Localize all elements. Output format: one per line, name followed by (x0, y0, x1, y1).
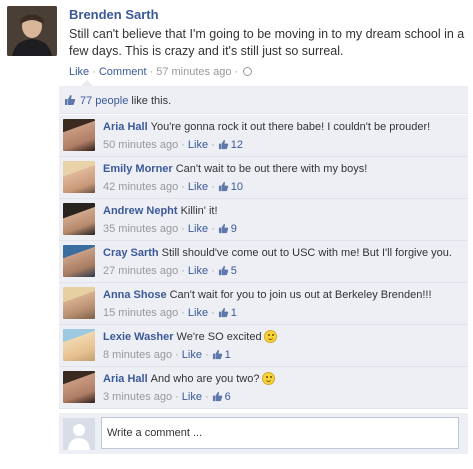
comment-body: Cray Sarth Still should've come out to US… (103, 246, 465, 279)
comment-like-count[interactable]: 12 (231, 139, 243, 151)
comment-like-count[interactable]: 5 (231, 265, 237, 277)
comment-like-link[interactable]: Like (182, 349, 202, 361)
commenter-avatar[interactable] (63, 329, 95, 361)
comment-text: You're gonna rock it out there babe! I c… (150, 121, 431, 133)
comment-text: Still should've come out to USC with me!… (161, 247, 452, 259)
smiley-emoji-icon (263, 330, 277, 343)
likes-suffix: like this. (128, 95, 172, 107)
thumbs-up-icon (218, 265, 228, 276)
commenter-name[interactable]: Anna Shose (103, 289, 167, 301)
post-comment-link[interactable]: Comment (99, 66, 147, 78)
privacy-globe-icon[interactable] (243, 67, 253, 76)
commenter-name[interactable]: Cray Sarth (103, 247, 159, 259)
comment-like-count[interactable]: 6 (225, 391, 231, 403)
thumbs-up-icon (218, 139, 228, 150)
post-author-name[interactable]: Brenden Sarth (69, 7, 159, 22)
comment-body: Andrew Nepht Killin' it! 35 minutes ago · L… (103, 204, 465, 237)
write-comment-input[interactable]: Write a comment ... (101, 417, 459, 449)
comment-like-link[interactable]: Like (188, 181, 208, 193)
commenter-avatar[interactable] (63, 119, 95, 151)
comment-time[interactable]: 15 minutes ago (103, 307, 178, 319)
comment-text: And who are you two? (150, 373, 260, 385)
commenter-avatar[interactable] (63, 371, 95, 403)
comment-body: Anna Shose Can't wait for you to join us … (103, 288, 465, 321)
current-user-avatar (63, 418, 95, 450)
comment-like-count[interactable]: 1 (231, 307, 237, 319)
comment-item: Aria Hall And who are you two? 3 minutes … (59, 367, 468, 409)
post-like-link[interactable]: Like (69, 66, 89, 78)
comment-like-count[interactable]: 9 (231, 223, 237, 235)
comment-like-link[interactable]: Like (188, 139, 208, 151)
commenter-avatar[interactable] (63, 287, 95, 319)
comment-body: Lexie Washer We're SO excited 8 minutes a… (103, 330, 465, 363)
likes-summary: 77 people like this. (59, 86, 468, 114)
comment-like-link[interactable]: Like (188, 223, 208, 235)
feedback-section: 77 people like this. Aria Hall You're gon… (59, 80, 468, 466)
commenter-name[interactable]: Aria Hall (103, 373, 148, 385)
separator: · (149, 66, 154, 78)
thumbs-up-icon (212, 349, 222, 360)
thumbs-up-icon (65, 95, 76, 105)
comment-meta: 35 minutes ago · Like · 9 (103, 223, 237, 235)
comment-like-link[interactable]: Like (188, 307, 208, 319)
post-timestamp[interactable]: 57 minutes ago (156, 66, 231, 78)
facebook-post: Brenden Sarth Still can't believe that I… (0, 0, 473, 469)
comment-time[interactable]: 27 minutes ago (103, 265, 178, 277)
comment-text: Can't wait for you to join us out at Ber… (169, 289, 432, 301)
comment-meta: 8 minutes ago · Like · 1 (103, 349, 231, 361)
commenter-avatar[interactable] (63, 203, 95, 235)
separator: · (234, 66, 239, 78)
comment-item: Cray Sarth Still should've come out to US… (59, 241, 468, 283)
thumbs-up-icon (218, 307, 228, 318)
comment-meta: 3 minutes ago · Like · 6 (103, 391, 231, 403)
separator: · (92, 66, 96, 78)
commenter-name[interactable]: Aria Hall (103, 121, 148, 133)
commenter-name[interactable]: Andrew Nepht (103, 205, 178, 217)
comment-text: Can't wait to be out there with my boys! (175, 163, 368, 175)
comment-composer: Write a comment ... (59, 413, 468, 454)
comment-time[interactable]: 42 minutes ago (103, 181, 178, 193)
comment-body: Emily Morner Can't wait to be out there w… (103, 162, 465, 195)
comment-item: Lexie Washer We're SO excited 8 minutes a… (59, 325, 468, 367)
commenter-avatar[interactable] (63, 161, 95, 193)
comment-item: Emily Morner Can't wait to be out there w… (59, 157, 468, 199)
comment-time[interactable]: 3 minutes ago (103, 391, 172, 403)
comment-like-link[interactable]: Like (188, 265, 208, 277)
comment-item: Anna Shose Can't wait for you to join us … (59, 283, 468, 325)
comment-time[interactable]: 35 minutes ago (103, 223, 178, 235)
comment-time[interactable]: 8 minutes ago (103, 349, 172, 361)
likes-count-link[interactable]: 77 people (80, 95, 128, 107)
comment-time[interactable]: 50 minutes ago (103, 139, 178, 151)
comment-item: Aria Hall You're gonna rock it out there … (59, 115, 468, 157)
post-message: Still can't believe that I'm going to be… (69, 27, 465, 58)
comment-like-link[interactable]: Like (182, 391, 202, 403)
comment-body: Aria Hall And who are you two? 3 minutes … (103, 372, 465, 405)
comment-text: We're SO excited (176, 331, 262, 343)
thumbs-up-icon (218, 223, 228, 234)
thumbs-up-icon (218, 181, 228, 192)
post-actions: Like · Comment · 57 minutes ago · (69, 66, 253, 78)
comment-meta: 42 minutes ago · Like · 10 (103, 181, 243, 193)
comment-meta: 50 minutes ago · Like · 12 (103, 139, 243, 151)
comment-meta: 15 minutes ago · Like · 1 (103, 307, 237, 319)
comment-item: Andrew Nepht Killin' it! 35 minutes ago · L… (59, 199, 468, 241)
smiley-emoji-icon (261, 372, 275, 385)
comment-meta: 27 minutes ago · Like · 5 (103, 265, 237, 277)
comment-text: Killin' it! (180, 205, 218, 217)
author-avatar[interactable] (7, 6, 57, 56)
commenter-name[interactable]: Lexie Washer (103, 331, 174, 343)
comment-like-count[interactable]: 10 (231, 181, 243, 193)
commenter-avatar[interactable] (63, 245, 95, 277)
thumbs-up-icon (212, 391, 222, 402)
comment-body: Aria Hall You're gonna rock it out there … (103, 120, 465, 153)
commenter-name[interactable]: Emily Morner (103, 163, 173, 175)
comment-like-count[interactable]: 1 (225, 349, 231, 361)
